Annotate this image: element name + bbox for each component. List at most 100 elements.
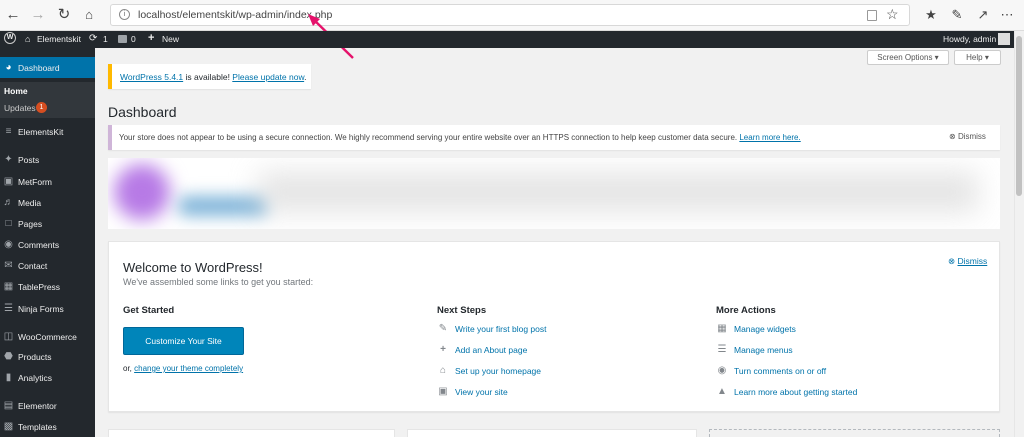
envelope-icon: ✉ <box>4 260 13 271</box>
pen-icon[interactable]: ✎ <box>948 6 966 24</box>
dismiss-x-icon: ⊗ <box>949 132 956 141</box>
howdy-user[interactable]: Howdy, admin <box>943 34 996 44</box>
menu-tablepress[interactable]: ▦ TablePress <box>0 276 95 297</box>
star-icon[interactable]: ☆ <box>886 6 899 23</box>
products-box-icon: ⬣ <box>4 351 13 362</box>
update-notice: WordPress 5.4.1 is available! Please upd… <box>108 64 311 89</box>
get-started-heading: Get Started <box>123 305 175 316</box>
welcome-dismiss-link[interactable]: ⊗ Dismiss <box>948 256 987 267</box>
welcome-title: Welcome to WordPress! <box>123 260 263 275</box>
add-about-page-link[interactable]: Add an About page <box>455 345 527 355</box>
menu-ninja-forms[interactable]: ☰ Ninja Forms <box>0 298 95 319</box>
set-up-homepage-link[interactable]: Set up your homepage <box>455 366 541 376</box>
avatar[interactable] <box>998 33 1010 45</box>
next-steps-heading: Next Steps <box>437 305 487 316</box>
menu-products[interactable]: ⬣ Products <box>0 346 95 367</box>
page-title: Dashboard <box>108 104 177 120</box>
home-icon[interactable]: ⌂ <box>80 6 98 24</box>
updates-icon[interactable]: ⟳ <box>89 33 97 44</box>
widgets-icon: ▦ <box>717 323 727 334</box>
banner-button-blob <box>178 196 268 216</box>
ninja-forms-icon: ☰ <box>4 303 13 314</box>
submenu-home[interactable]: Home <box>4 86 28 96</box>
manage-widgets-link[interactable]: Manage widgets <box>734 324 796 334</box>
dashboard-submenu: Home Updates 1 <box>0 82 95 118</box>
edit-post-icon: ✎ <box>438 323 448 334</box>
menu-elementor[interactable]: ▤ Elementor <box>0 395 95 416</box>
admin-bar: W ⌂ Elementskit ⟳ 1 0 + New Howdy, admin <box>0 31 1014 48</box>
dashboard-widget-left <box>108 429 395 437</box>
info-icon[interactable]: i <box>119 9 130 20</box>
forward-icon[interactable]: → <box>29 6 47 24</box>
monitor-icon: ▣ <box>438 386 448 397</box>
scrollbar-thumb[interactable] <box>1016 36 1022 196</box>
plus-icon: + <box>440 344 446 355</box>
dashboard-widget-drop-zone <box>709 429 1000 437</box>
menu-templates[interactable]: ▩ Templates <box>0 416 95 437</box>
home-icon: ⌂ <box>439 365 447 376</box>
more-actions-heading: More Actions <box>716 305 776 316</box>
admin-sidebar: ◕ Dashboard Home Updates 1 ≡ ElementsKit… <box>0 48 95 437</box>
menu-analytics[interactable]: ▮ Analytics <box>0 367 95 388</box>
table-icon: ▦ <box>3 281 14 292</box>
home-site-icon: ⌂ <box>25 34 31 44</box>
metform-icon: ▣ <box>3 176 14 187</box>
screen-options-button[interactable]: Screen Options ▾ <box>867 50 949 65</box>
browser-toolbar: ← → ↻ ⌂ i localhost/elementskit/wp-admin… <box>0 0 1024 31</box>
submenu-updates[interactable]: Updates <box>4 103 36 113</box>
new-link[interactable]: New <box>162 34 179 44</box>
reader-view-icon[interactable] <box>867 10 877 21</box>
blurred-banner <box>108 158 1000 229</box>
learn-more-link[interactable]: Learn more here. <box>739 133 800 142</box>
dashboard-widget-middle <box>407 429 697 437</box>
updates-count[interactable]: 1 <box>103 34 108 44</box>
address-bar[interactable]: i localhost/elementskit/wp-admin/index.p… <box>110 4 910 26</box>
update-now-link[interactable]: Please update now <box>232 72 304 82</box>
banner-text-blur <box>258 172 978 212</box>
woocommerce-icon: ◫ <box>3 331 14 342</box>
media-icon: ♬ <box>3 197 14 208</box>
manage-menus-link[interactable]: Manage menus <box>734 345 793 355</box>
updates-badge: 1 <box>36 102 47 113</box>
dismiss-x-icon: ⊗ <box>948 256 956 266</box>
share-icon[interactable]: ↗ <box>974 6 992 24</box>
more-icon[interactable]: ⋯ <box>998 6 1016 24</box>
write-blog-post-link[interactable]: Write your first blog post <box>455 324 547 334</box>
wordpress-logo-icon[interactable]: W <box>4 32 16 44</box>
learn-getting-started-link[interactable]: Learn more about getting started <box>734 387 857 397</box>
view-site-link[interactable]: View your site <box>455 387 508 397</box>
toggle-comments-link[interactable]: Turn comments on or off <box>734 366 826 376</box>
customize-site-button[interactable]: Customize Your Site <box>123 327 244 355</box>
menu-contact[interactable]: ✉ Contact <box>0 255 95 276</box>
comments-toggle-icon: ◉ <box>717 365 727 376</box>
comments-icon[interactable] <box>118 35 127 43</box>
welcome-subtitle: We've assembled some links to get you st… <box>123 277 314 287</box>
wordpress-version-link[interactable]: WordPress 5.4.1 <box>120 72 183 82</box>
back-icon[interactable]: ← <box>4 6 22 24</box>
favorites-icon[interactable]: ★ <box>922 6 940 24</box>
menu-elementskit[interactable]: ≡ ElementsKit <box>0 121 95 142</box>
elementskit-icon: ≡ <box>5 126 12 137</box>
ssl-dismiss-button[interactable]: ⊗ Dismiss <box>949 132 986 141</box>
change-theme-link[interactable]: change your theme completely <box>134 364 243 373</box>
banner-logo-blob <box>114 164 170 220</box>
menus-icon: ☰ <box>717 344 727 355</box>
site-name[interactable]: Elementskit <box>37 34 81 44</box>
comments-count[interactable]: 0 <box>131 34 136 44</box>
menu-pages[interactable]: □ Pages <box>0 213 95 234</box>
menu-comments[interactable]: ◉ Comments <box>0 234 95 255</box>
plus-icon[interactable]: + <box>148 32 154 44</box>
templates-icon: ▩ <box>3 421 14 432</box>
menu-metform[interactable]: ▣ MetForm <box>0 171 95 192</box>
pages-icon: □ <box>5 218 12 229</box>
caret-down-icon: ▾ <box>984 53 989 62</box>
help-button[interactable]: Help ▾ <box>954 50 1001 65</box>
menu-media[interactable]: ♬ Media <box>0 192 95 213</box>
menu-woocommerce[interactable]: ◫ WooCommerce <box>0 326 95 347</box>
welcome-panel: Welcome to WordPress! We've assembled so… <box>108 241 1000 412</box>
reload-icon[interactable]: ↻ <box>55 6 73 24</box>
menu-dashboard[interactable]: ◕ Dashboard <box>0 57 95 78</box>
menu-posts[interactable]: ✦ Posts <box>0 149 95 170</box>
comment-bubble-icon: ◉ <box>4 239 13 250</box>
graduation-cap-icon: ▲ <box>717 386 727 397</box>
